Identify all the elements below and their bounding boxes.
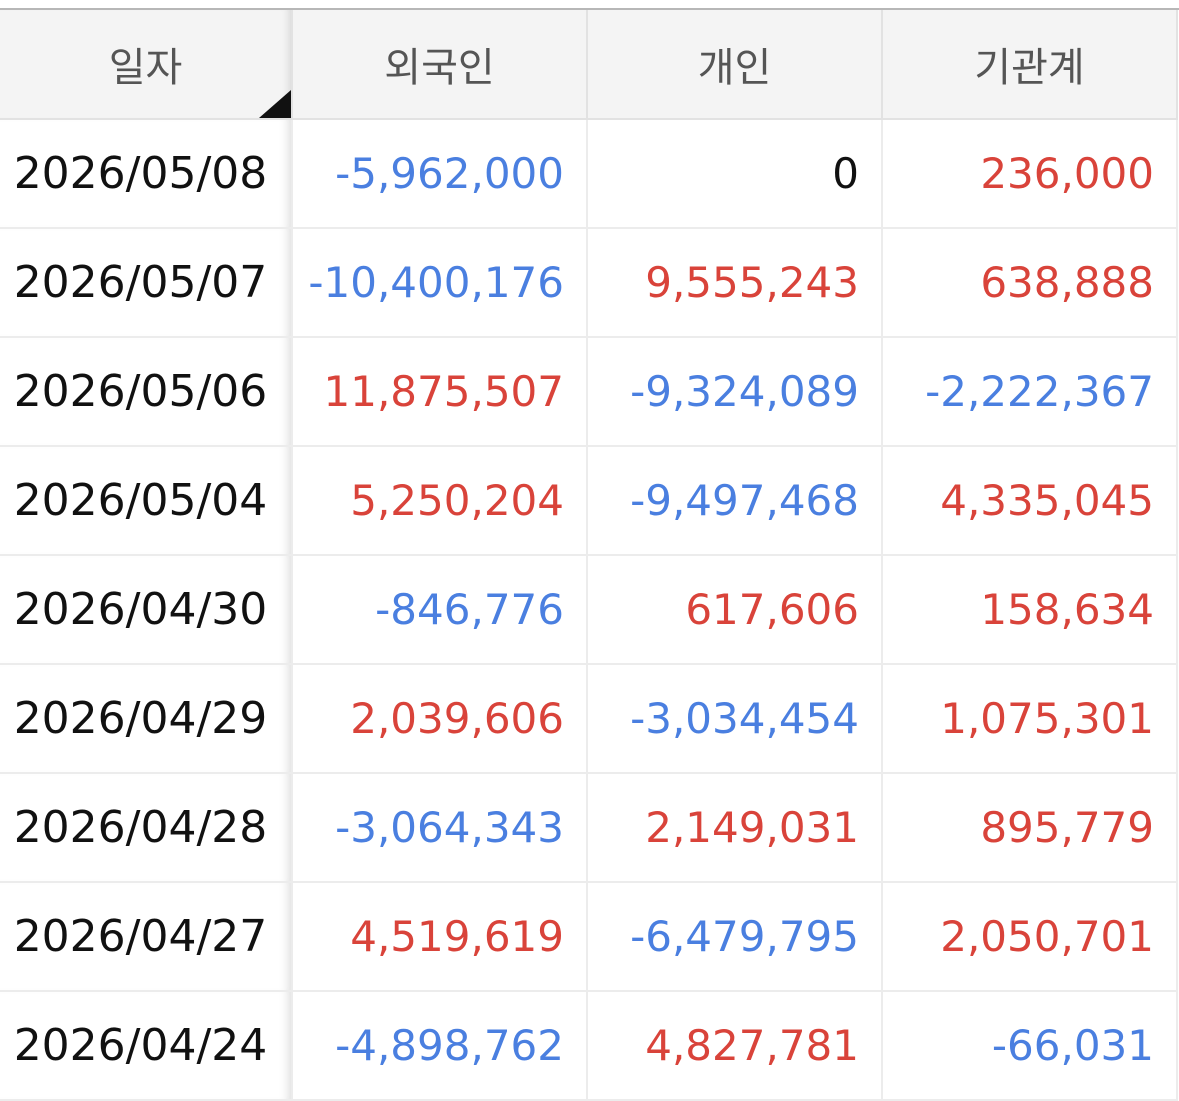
table-row[interactable]: 2026/05/06 11,875,507 -9,324,089 -2,222,…: [0, 337, 1178, 447]
foreign-value-cell: 2,039,606: [292, 664, 588, 774]
foreign-value-cell: -5,962,000: [292, 119, 588, 229]
date-cell: 2026/04/29: [0, 664, 293, 774]
investor-trading-table: 일자 외국인 개인 기관계 2026/05/08 -5,962,000 0 23…: [0, 10, 1178, 1101]
institution-value-cell: 236,000: [882, 119, 1178, 229]
header-row: 일자 외국인 개인 기관계: [0, 10, 1178, 120]
institution-value-cell: 2,050,701: [882, 882, 1178, 992]
institution-value-cell: 1,075,301: [882, 664, 1178, 774]
foreign-value-cell: 4,519,619: [292, 882, 588, 992]
foreign-value-cell: -846,776: [292, 555, 588, 665]
date-cell: 2026/04/24: [0, 991, 293, 1101]
foreign-value-cell: -10,400,176: [292, 228, 588, 338]
date-cell: 2026/04/28: [0, 773, 293, 883]
individual-value-cell: 617,606: [587, 555, 883, 665]
date-cell: 2026/05/08: [0, 119, 293, 229]
date-cell: 2026/04/30: [0, 555, 293, 665]
individual-value-cell: -9,324,089: [587, 337, 883, 447]
date-cell: 2026/05/06: [0, 337, 293, 447]
column-header-institution[interactable]: 기관계: [882, 10, 1178, 120]
individual-value-cell: -9,497,468: [587, 446, 883, 556]
column-header-foreign[interactable]: 외국인: [292, 10, 588, 120]
table-row[interactable]: 2026/04/30 -846,776 617,606 158,634: [0, 555, 1178, 665]
foreign-value-cell: -4,898,762: [292, 991, 588, 1101]
institution-value-cell: 638,888: [882, 228, 1178, 338]
table-row[interactable]: 2026/04/27 4,519,619 -6,479,795 2,050,70…: [0, 882, 1178, 992]
table-row[interactable]: 2026/04/24 -4,898,762 4,827,781 -66,031: [0, 991, 1178, 1101]
individual-value-cell: -3,034,454: [587, 664, 883, 774]
top-border: [0, 0, 1179, 10]
table-row[interactable]: 2026/04/28 -3,064,343 2,149,031 895,779: [0, 773, 1178, 883]
institution-value-cell: -66,031: [882, 991, 1178, 1101]
table-row[interactable]: 2026/04/29 2,039,606 -3,034,454 1,075,30…: [0, 664, 1178, 774]
individual-value-cell: 9,555,243: [587, 228, 883, 338]
individual-value-cell: 0: [587, 119, 883, 229]
table-row[interactable]: 2026/05/07 -10,400,176 9,555,243 638,888: [0, 228, 1178, 338]
institution-value-cell: 4,335,045: [882, 446, 1178, 556]
sort-indicator-icon: [259, 90, 291, 118]
column-header-individual[interactable]: 개인: [587, 10, 883, 120]
column-header-date[interactable]: 일자: [0, 10, 293, 120]
individual-value-cell: 2,149,031: [587, 773, 883, 883]
institution-value-cell: 158,634: [882, 555, 1178, 665]
foreign-value-cell: 11,875,507: [292, 337, 588, 447]
foreign-value-cell: -3,064,343: [292, 773, 588, 883]
individual-value-cell: -6,479,795: [587, 882, 883, 992]
institution-value-cell: -2,222,367: [882, 337, 1178, 447]
date-cell: 2026/05/04: [0, 446, 293, 556]
foreign-value-cell: 5,250,204: [292, 446, 588, 556]
column-header-label: 일자: [108, 45, 183, 91]
individual-value-cell: 4,827,781: [587, 991, 883, 1101]
table-row[interactable]: 2026/05/08 -5,962,000 0 236,000: [0, 119, 1178, 229]
date-cell: 2026/05/07: [0, 228, 293, 338]
date-cell: 2026/04/27: [0, 882, 293, 992]
institution-value-cell: 895,779: [882, 773, 1178, 883]
table-row[interactable]: 2026/05/04 5,250,204 -9,497,468 4,335,04…: [0, 446, 1178, 556]
